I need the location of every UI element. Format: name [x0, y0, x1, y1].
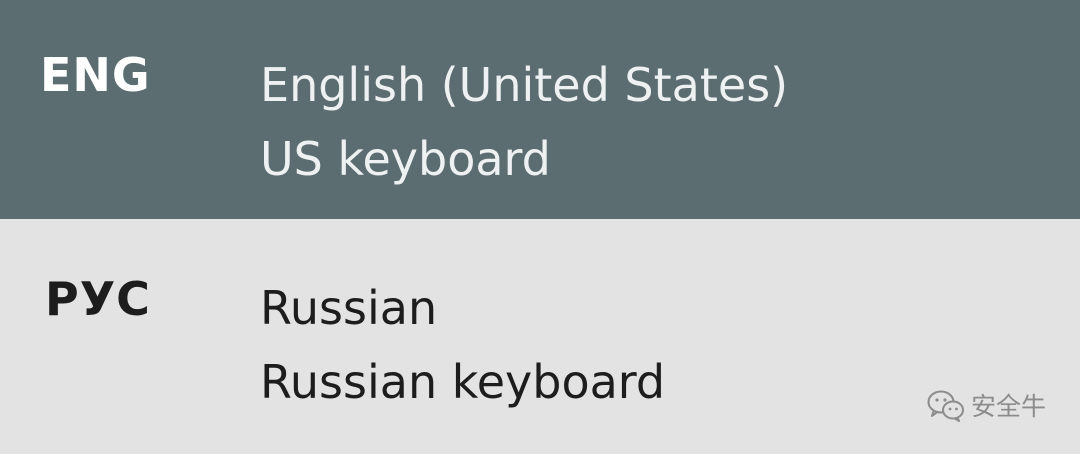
watermark: 安全牛	[927, 390, 1046, 422]
language-name: Russian	[260, 281, 438, 335]
language-name: English (United States)	[260, 58, 789, 112]
keyboard-layout-name: Russian keyboard	[260, 355, 666, 409]
watermark-text: 安全牛	[970, 391, 1046, 421]
keyboard-layout-name: US keyboard	[260, 132, 551, 186]
language-code: ENG	[40, 48, 151, 102]
wechat-icon	[927, 390, 965, 422]
language-item-english[interactable]: ENG English (United States) US keyboard	[0, 0, 1080, 219]
language-details: Russian Russian keyboard	[260, 271, 665, 419]
language-code: РУС	[45, 272, 151, 326]
language-item-russian[interactable]: РУС Russian Russian keyboard	[0, 219, 1080, 454]
input-language-list: ENG English (United States) US keyboard …	[0, 0, 1080, 454]
language-details: English (United States) US keyboard	[260, 48, 788, 196]
